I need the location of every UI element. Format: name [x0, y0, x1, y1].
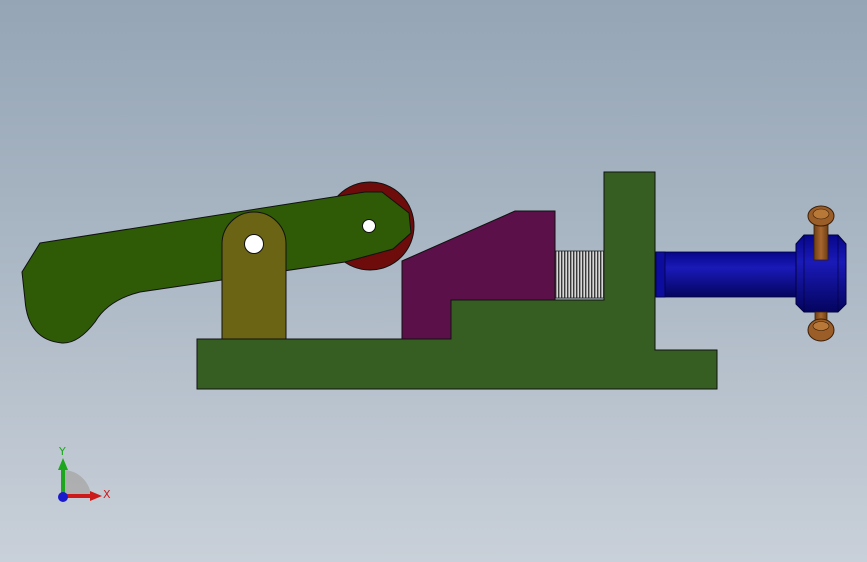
cad-viewport[interactable]: Y X — [0, 0, 867, 562]
clamp-assembly-drawing[interactable]: Y X — [0, 0, 867, 562]
knob-shaft — [655, 251, 802, 298]
pivot-support — [221, 211, 287, 340]
lever-arm[interactable] — [21, 191, 412, 344]
threaded-screw — [554, 250, 605, 299]
knob-collar — [655, 251, 666, 298]
lever-pivot-hole — [362, 219, 376, 233]
y-axis-label: Y — [58, 445, 66, 458]
support-pivot-hole — [244, 234, 264, 254]
coordinate-triad: Y X — [58, 445, 111, 502]
z-axis-dot-icon — [58, 492, 68, 502]
x-axis-arrow-icon — [90, 491, 102, 501]
handle-pin-bottom[interactable] — [807, 311, 835, 342]
x-axis-label: X — [103, 488, 111, 501]
y-axis-arrow-icon — [58, 458, 68, 470]
